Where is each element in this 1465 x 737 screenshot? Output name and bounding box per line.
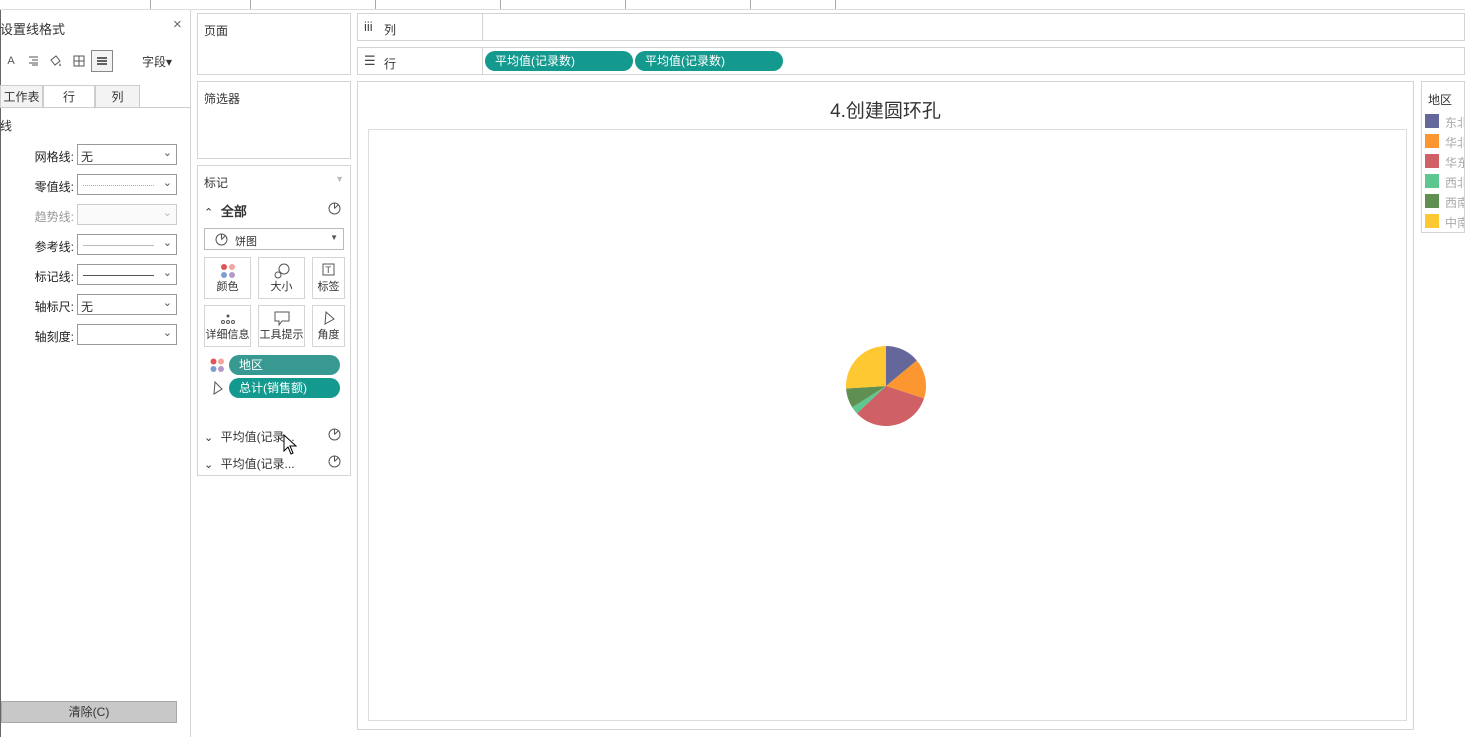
- zeroline-select[interactable]: ⌄: [77, 174, 177, 195]
- size-button[interactable]: 大小: [258, 257, 305, 299]
- marks-menu-icon[interactable]: ▼: [335, 174, 344, 184]
- sales-angle-pill[interactable]: 总计(销售额): [229, 378, 340, 398]
- detail-button[interactable]: 详细信息: [204, 305, 251, 347]
- reference-line-label: 参考线:: [34, 240, 74, 254]
- gridlines-select[interactable]: 无 ⌄: [77, 144, 177, 165]
- rows-icon: ☰: [364, 53, 376, 68]
- size-icon: [274, 263, 290, 279]
- rows-shelf[interactable]: ☰ 行 平均值(记录数) 平均值(记录数): [357, 47, 1465, 75]
- clear-button[interactable]: 清除(C): [1, 701, 177, 723]
- tab-divider: [0, 107, 190, 108]
- filters-card[interactable]: 筛选器: [197, 81, 351, 159]
- marks-all-toggle[interactable]: ⌃ 全部: [204, 201, 247, 220]
- chevron-down-icon: ⌄: [162, 177, 172, 189]
- chevron-down-icon: ⌄: [162, 207, 172, 219]
- chevron-down-icon: ⌄: [162, 237, 172, 249]
- format-lines-pane: [0, 10, 191, 737]
- axis-ticks-label: 轴刻度:: [34, 330, 74, 344]
- mouse-cursor-icon: [283, 434, 297, 455]
- filters-card-title: 筛选器: [204, 92, 241, 106]
- top-toolbar-strip: [0, 0, 1465, 10]
- tooltip-button[interactable]: 工具提示: [258, 305, 305, 347]
- sub-marks-card-1[interactable]: ⌄ 平均值(记录...: [204, 428, 295, 445]
- drop-line-label: 标记线:: [34, 270, 74, 284]
- sub-marks-card-2[interactable]: ⌄ 平均值(记录...: [204, 455, 295, 472]
- gridlines-label: 网格线:: [34, 150, 74, 164]
- format-pane-title: 设置线格式: [0, 22, 66, 37]
- legend-swatch: [1425, 154, 1439, 168]
- legend-swatch: [1425, 194, 1439, 208]
- borders-icon[interactable]: [68, 50, 90, 72]
- tab-columns[interactable]: 列: [95, 85, 140, 108]
- color-icon: [210, 358, 224, 372]
- tooltip-icon: [274, 311, 290, 327]
- shading-icon[interactable]: [44, 50, 66, 72]
- pie-mark-icon: [328, 428, 341, 441]
- mark-type-select[interactable]: 饼图 ▼: [204, 228, 344, 250]
- fields-dropdown[interactable]: 字段▾: [142, 53, 172, 70]
- rows-pill-2[interactable]: 平均值(记录数): [635, 51, 783, 71]
- label-icon: T: [322, 263, 335, 276]
- drop-line-select[interactable]: ⌄: [77, 264, 177, 285]
- section-heading-lines: 线: [0, 119, 13, 133]
- chevron-down-icon: ⌄: [162, 297, 172, 309]
- legend-swatch: [1425, 214, 1439, 228]
- angle-icon: [213, 381, 223, 395]
- lines-icon[interactable]: [91, 50, 113, 72]
- marks-card: 标记 ▼ ⌃ 全部 饼图 ▼ 颜色 大小 T 标签 详细信息 工具提示 角度 地…: [197, 165, 351, 476]
- pie-slice-中南[interactable]: [846, 346, 886, 389]
- chevron-up-icon: ⌃: [204, 207, 214, 219]
- detail-icon: [221, 314, 235, 324]
- pie-mark-icon: [328, 202, 341, 215]
- rows-pill-1[interactable]: 平均值(记录数): [485, 51, 633, 71]
- svg-text:T: T: [325, 266, 332, 276]
- trendline-label: 趋势线:: [34, 210, 74, 224]
- columns-shelf-label: 列: [384, 23, 397, 37]
- legend-swatch: [1425, 174, 1439, 188]
- legend-swatch: [1425, 114, 1439, 128]
- chevron-down-icon: ▼: [330, 233, 338, 242]
- rows-shelf-label: 行: [384, 57, 397, 71]
- region-color-pill[interactable]: 地区: [229, 355, 340, 375]
- color-icon: [221, 264, 235, 278]
- chevron-down-icon: ⌄: [162, 147, 172, 159]
- trendline-select: ⌄: [77, 204, 177, 225]
- label-button[interactable]: T 标签: [312, 257, 345, 299]
- chevron-down-icon: ⌄: [204, 432, 214, 444]
- legend-title: 地区: [1428, 93, 1453, 107]
- chevron-down-icon: ⌄: [204, 459, 214, 471]
- axis-ticks-select[interactable]: ⌄: [77, 324, 177, 345]
- pie-chart[interactable]: [836, 336, 936, 436]
- legend-swatch: [1425, 134, 1439, 148]
- pie-mark-icon: [328, 455, 341, 468]
- chevron-down-icon: ⌄: [162, 327, 172, 339]
- view-title: 4.创建圆环孔: [830, 101, 941, 122]
- pages-card[interactable]: 页面: [197, 13, 351, 75]
- worksheet-view: 4.创建圆环孔: [357, 81, 1414, 730]
- reference-line-select[interactable]: ⌄: [77, 234, 177, 255]
- angle-icon: [324, 311, 335, 325]
- axis-ruler-select[interactable]: 无 ⌄: [77, 294, 177, 315]
- axis-ruler-label: 轴标尺:: [34, 300, 74, 314]
- color-button[interactable]: 颜色: [204, 257, 251, 299]
- pie-mark-icon: [215, 233, 228, 246]
- angle-button[interactable]: 角度: [312, 305, 345, 347]
- marks-card-title: 标记: [204, 176, 229, 190]
- align-icon[interactable]: [22, 50, 44, 72]
- columns-icon: iii: [364, 19, 373, 34]
- zeroline-label: 零值线:: [34, 180, 74, 194]
- tab-rows[interactable]: 行: [43, 85, 95, 109]
- pages-card-title: 页面: [204, 24, 229, 38]
- tab-worksheet[interactable]: 工作表: [0, 85, 43, 108]
- region-color-legend[interactable]: 地区 东北 华北 华东 西北 西南 中南: [1421, 81, 1465, 233]
- columns-shelf[interactable]: iii 列: [357, 13, 1465, 41]
- font-icon[interactable]: A: [0, 50, 22, 72]
- chevron-down-icon: ⌄: [162, 267, 172, 279]
- close-icon[interactable]: ×: [173, 16, 182, 33]
